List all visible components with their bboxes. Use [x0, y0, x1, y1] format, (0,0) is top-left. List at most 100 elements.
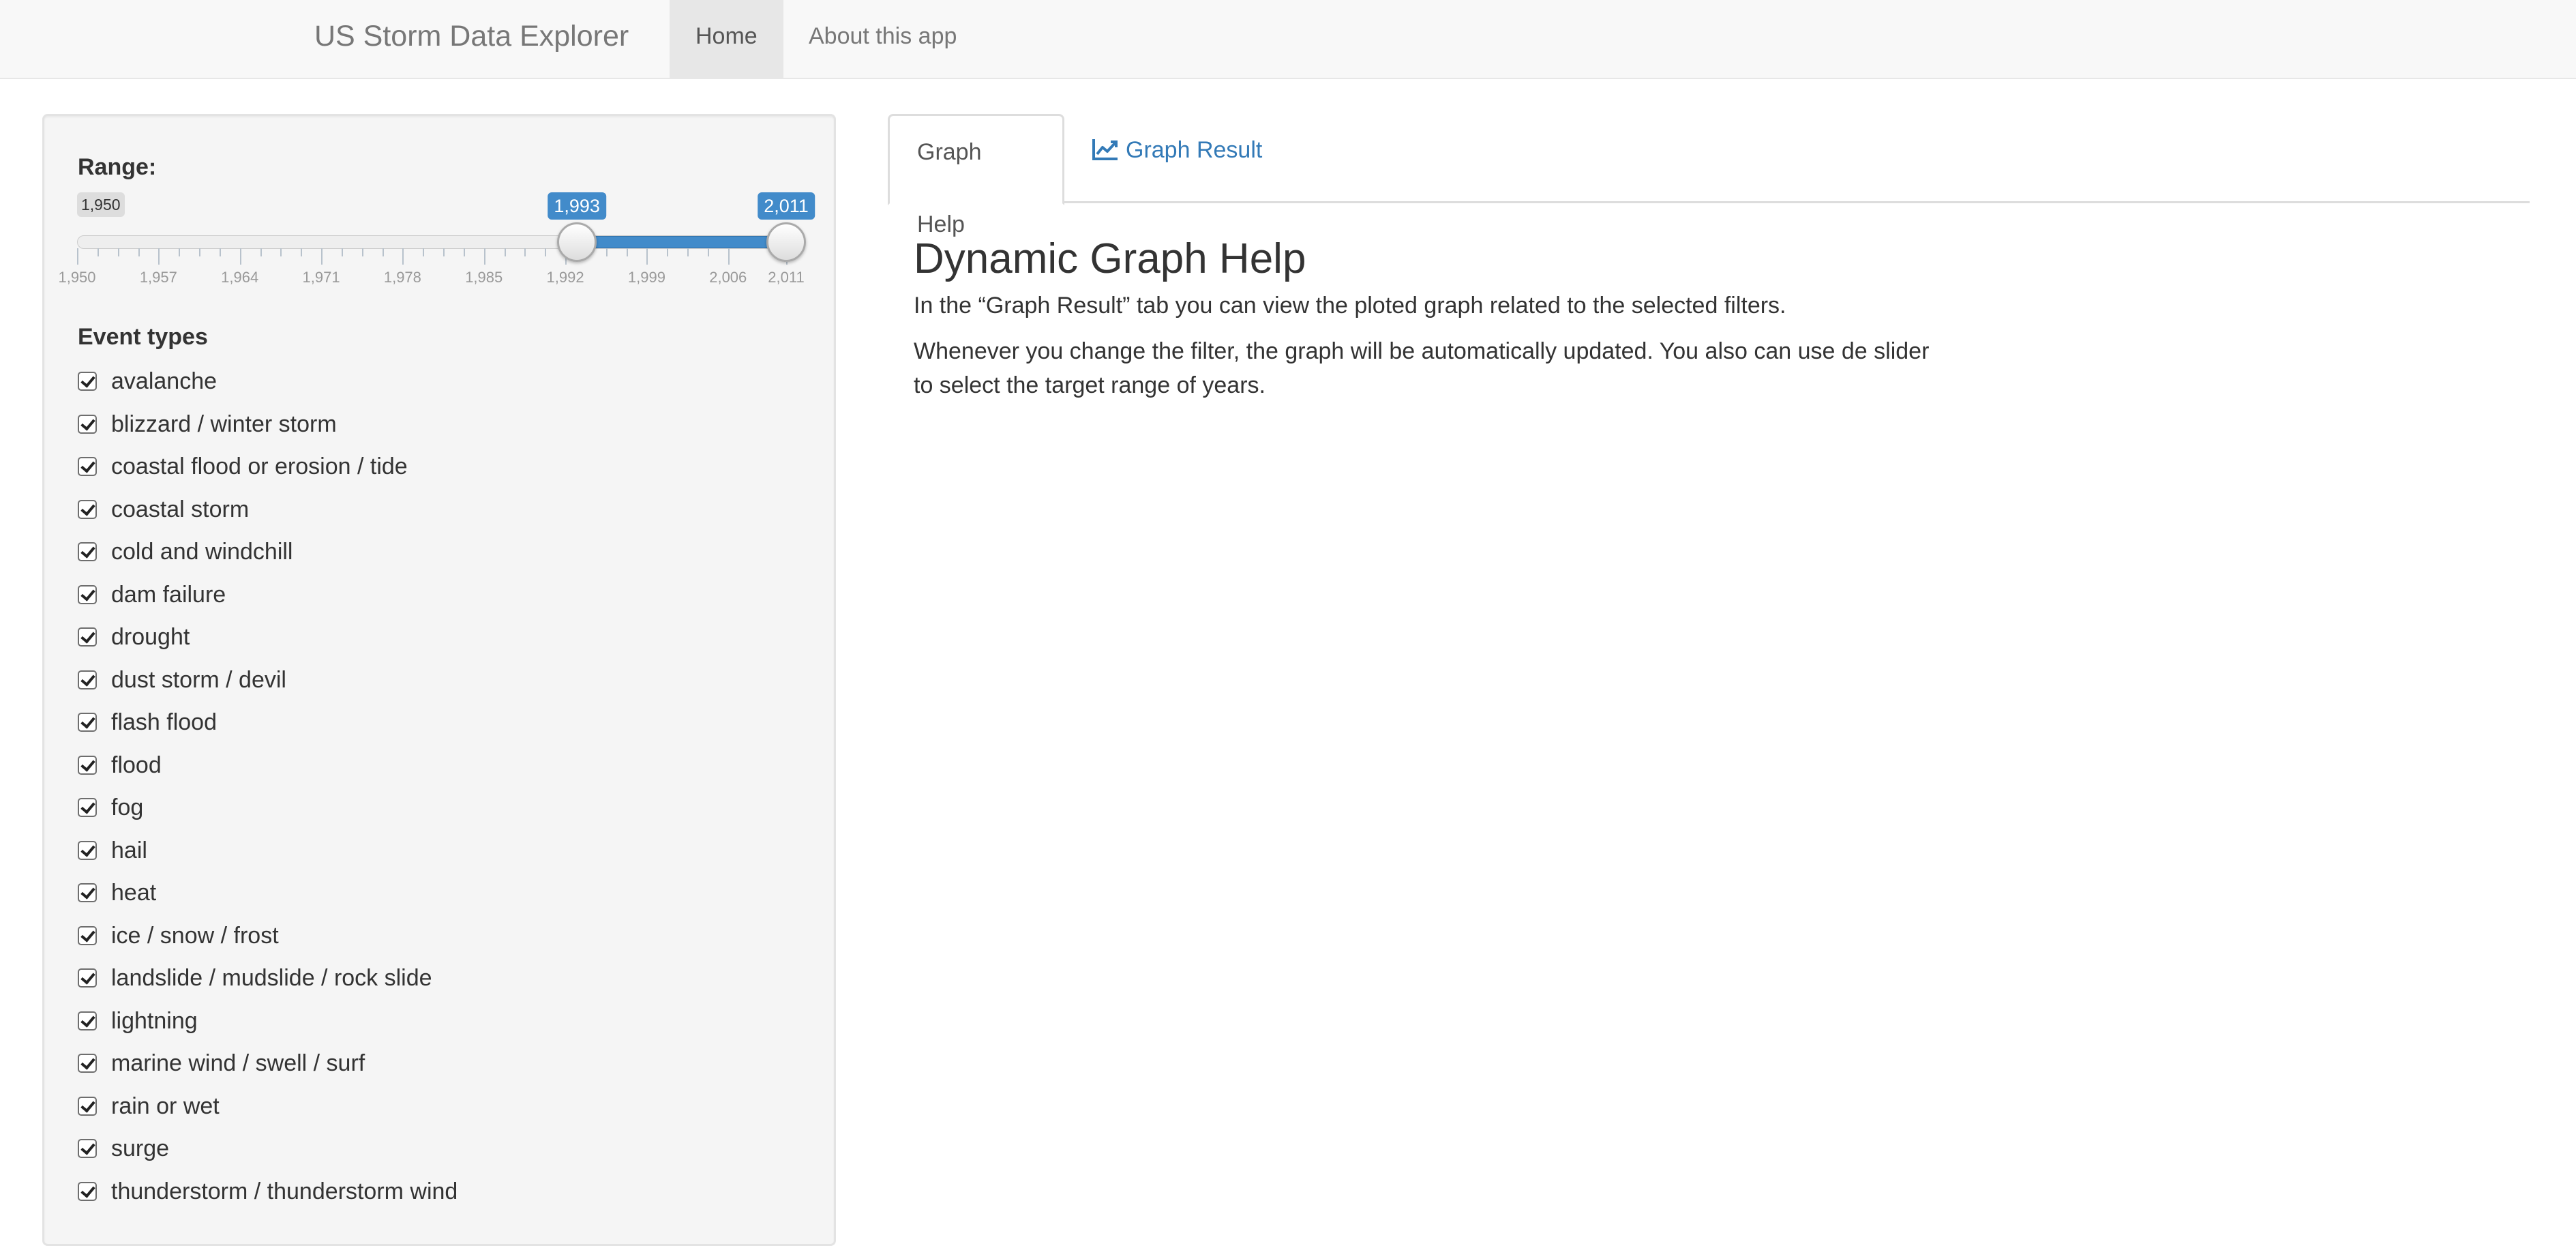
slider-minor-tick: [179, 248, 181, 256]
slider-minor-tick: [545, 248, 547, 256]
event-type-label: heat: [111, 880, 157, 906]
slider-minor-tick: [260, 248, 262, 256]
event-type-option[interactable]: landslide / mudslide / rock slide: [78, 964, 814, 1007]
slider-minor-tick: [138, 248, 140, 256]
nav-home[interactable]: Home: [670, 0, 783, 78]
checkbox[interactable]: [78, 755, 97, 775]
event-type-option[interactable]: surge: [78, 1134, 814, 1177]
checkbox[interactable]: [78, 1139, 97, 1158]
event-type-label: dam failure: [111, 581, 226, 608]
slider-tick-label: 1,985: [465, 269, 503, 286]
slider-minor-tick: [341, 248, 343, 256]
slider-minor-tick: [626, 248, 628, 256]
checkbox[interactable]: [78, 968, 97, 988]
event-type-label: hail: [111, 837, 147, 863]
event-type-option[interactable]: avalanche: [78, 367, 814, 410]
slider-tick-label: 1,957: [139, 269, 177, 286]
event-type-option[interactable]: lightning: [78, 1007, 814, 1050]
slider-minor-tick: [199, 248, 201, 256]
checkbox[interactable]: [78, 414, 97, 434]
slider-major-tick: [483, 248, 485, 265]
help-paragraph-1: In the “Graph Result” tab you can view t…: [914, 293, 1786, 318]
slider-to-badge: 2,011: [758, 192, 815, 220]
slider-minor-tick: [687, 248, 689, 256]
event-type-option[interactable]: fog: [78, 793, 814, 836]
checkbox[interactable]: [78, 1011, 97, 1030]
event-type-label: dust storm / devil: [111, 666, 286, 693]
slider-tick-label: 1,971: [302, 269, 340, 286]
checkbox[interactable]: [78, 713, 97, 732]
help-paragraph-2: Whenever you change the filter, the grap…: [914, 338, 1930, 398]
event-type-option[interactable]: coastal storm: [78, 495, 814, 538]
slider-minor-tick: [524, 248, 526, 256]
slider-to-handle[interactable]: [766, 222, 806, 262]
tab-graph-result[interactable]: Graph Result: [1064, 114, 1289, 203]
event-type-option[interactable]: drought: [78, 623, 814, 666]
nav-about[interactable]: About this app: [783, 0, 983, 78]
checkbox[interactable]: [78, 1096, 97, 1116]
event-type-label: surge: [111, 1136, 170, 1161]
checkbox[interactable]: [78, 372, 97, 391]
event-type-label: avalanche: [111, 368, 218, 394]
slider-minor-tick: [667, 248, 669, 256]
event-type-label: marine wind / swell / surf: [111, 1050, 365, 1076]
slider-tick-label: 1,978: [383, 269, 421, 286]
checkbox[interactable]: [78, 584, 97, 604]
slider-minor-tick: [423, 248, 425, 256]
event-type-option[interactable]: cold and windchill: [78, 537, 814, 580]
event-type-label: flash flood: [111, 709, 217, 735]
filter-sidebar: Range: 1,950 1,993 2,011 1,950 1,957 1,964…: [42, 114, 836, 1246]
checkbox[interactable]: [78, 840, 97, 860]
event-types-checkbox-group: avalanche blizzard / winter storm coastal …: [78, 367, 814, 1219]
app-brand[interactable]: US Storm Data Explorer: [314, 0, 629, 78]
slider-major-tick: [728, 248, 730, 265]
slider-minor-tick: [707, 248, 709, 256]
checkbox[interactable]: [78, 499, 97, 519]
checkbox[interactable]: [78, 1054, 97, 1073]
event-type-option[interactable]: rain or wet: [78, 1092, 814, 1135]
slider-minor-tick: [443, 248, 445, 256]
event-type-option[interactable]: thunderstorm / thunderstorm wind: [78, 1177, 814, 1220]
slider-tick-label: 1,992: [546, 269, 584, 286]
event-type-option[interactable]: coastal flood or erosion / tide: [78, 452, 814, 495]
event-type-label: rain or wet: [111, 1093, 220, 1119]
event-type-option[interactable]: flood: [78, 751, 814, 794]
checkbox[interactable]: [78, 457, 97, 476]
event-type-option[interactable]: dust storm / devil: [78, 666, 814, 709]
checkbox[interactable]: [78, 627, 97, 647]
checkbox[interactable]: [78, 1181, 97, 1201]
event-type-label: blizzard / winter storm: [111, 411, 337, 437]
slider-from-handle[interactable]: [557, 222, 597, 262]
event-type-label: coastal storm: [111, 496, 250, 522]
event-type-label: coastal flood or erosion / tide: [111, 454, 408, 479]
slider-minor-tick: [382, 248, 384, 256]
event-type-label: thunderstorm / thunderstorm wind: [111, 1178, 458, 1204]
event-types-label: Event types: [78, 324, 208, 350]
event-type-label: cold and windchill: [111, 539, 293, 565]
slider-minor-tick: [97, 248, 99, 256]
event-type-option[interactable]: hail: [78, 836, 814, 879]
event-type-option[interactable]: blizzard / winter storm: [78, 410, 814, 453]
event-type-option[interactable]: dam failure: [78, 580, 814, 623]
event-type-label: drought: [111, 624, 190, 650]
checkbox[interactable]: [78, 542, 97, 561]
checkbox[interactable]: [78, 798, 97, 817]
slider-selected-range: [577, 236, 786, 248]
event-type-label: lightning: [111, 1007, 198, 1034]
slider-minor-tick: [219, 248, 221, 256]
slider-major-tick: [158, 248, 160, 265]
event-type-option[interactable]: marine wind / swell / surf: [78, 1049, 814, 1092]
slider-tick-label: 1,999: [627, 269, 665, 286]
checkbox[interactable]: [78, 925, 97, 945]
checkbox[interactable]: [78, 883, 97, 902]
slider-min-label: 1,950: [77, 192, 125, 217]
event-type-option[interactable]: flash flood: [78, 708, 814, 751]
range-label: Range:: [78, 154, 157, 180]
slider-major-tick: [77, 248, 78, 265]
tab-bar: Graph Help Graph Result: [888, 114, 2530, 237]
tab-graph-help[interactable]: Graph Help: [888, 114, 1064, 237]
slider-minor-tick: [605, 248, 608, 256]
event-type-option[interactable]: heat: [78, 878, 814, 921]
checkbox[interactable]: [78, 670, 97, 689]
event-type-option[interactable]: ice / snow / frost: [78, 921, 814, 964]
